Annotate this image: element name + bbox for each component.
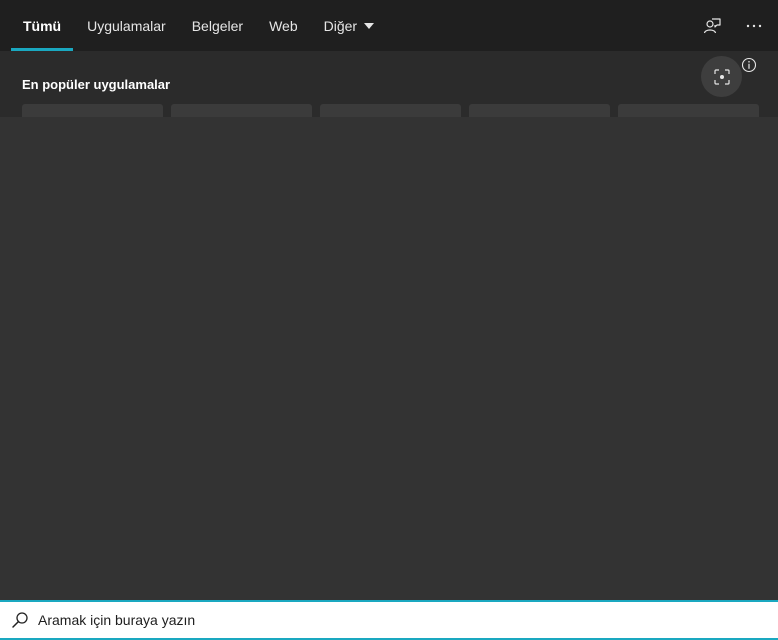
tab-all[interactable]: Tümü <box>11 0 74 51</box>
app-tile[interactable] <box>22 104 163 117</box>
top-apps-header: En popüler uygulamalar <box>0 51 778 117</box>
results-area <box>0 117 778 600</box>
search-scope-tabs: Tümü Uygulamalar Belgeler Web Diğer <box>11 0 388 51</box>
feedback-icon[interactable] <box>702 16 722 36</box>
search-input[interactable] <box>38 605 738 635</box>
top-actions <box>702 0 764 51</box>
tab-bar: Tümü Uygulamalar Belgeler Web Diğer <box>0 0 778 51</box>
screen-capture-button[interactable] <box>701 56 742 97</box>
tab-label: Tümü <box>23 17 62 34</box>
tab-label: Belgeler <box>191 17 244 34</box>
app-tile[interactable] <box>469 104 610 117</box>
tab-documents[interactable]: Belgeler <box>180 0 255 51</box>
tab-more-dropdown[interactable]: Diğer <box>312 0 386 51</box>
tab-label: Diğer <box>323 17 358 34</box>
tab-web[interactable]: Web <box>257 0 310 51</box>
tab-apps[interactable]: Uygulamalar <box>75 0 178 51</box>
capture-icon <box>713 68 730 85</box>
section-title: En popüler uygulamalar <box>22 77 171 92</box>
app-tile[interactable] <box>171 104 312 117</box>
chevron-down-icon <box>364 23 375 29</box>
search-icon <box>10 610 30 630</box>
info-icon[interactable] <box>741 57 757 73</box>
app-tile[interactable] <box>320 104 461 117</box>
app-tile[interactable] <box>618 104 759 117</box>
more-icon[interactable] <box>744 16 764 36</box>
search-box[interactable] <box>0 600 778 640</box>
windows-search-panel: Tümü Uygulamalar Belgeler Web Diğer En p… <box>0 0 778 640</box>
tab-label: Web <box>269 17 298 34</box>
tab-label: Uygulamalar <box>87 17 166 34</box>
top-apps-list <box>22 104 759 117</box>
